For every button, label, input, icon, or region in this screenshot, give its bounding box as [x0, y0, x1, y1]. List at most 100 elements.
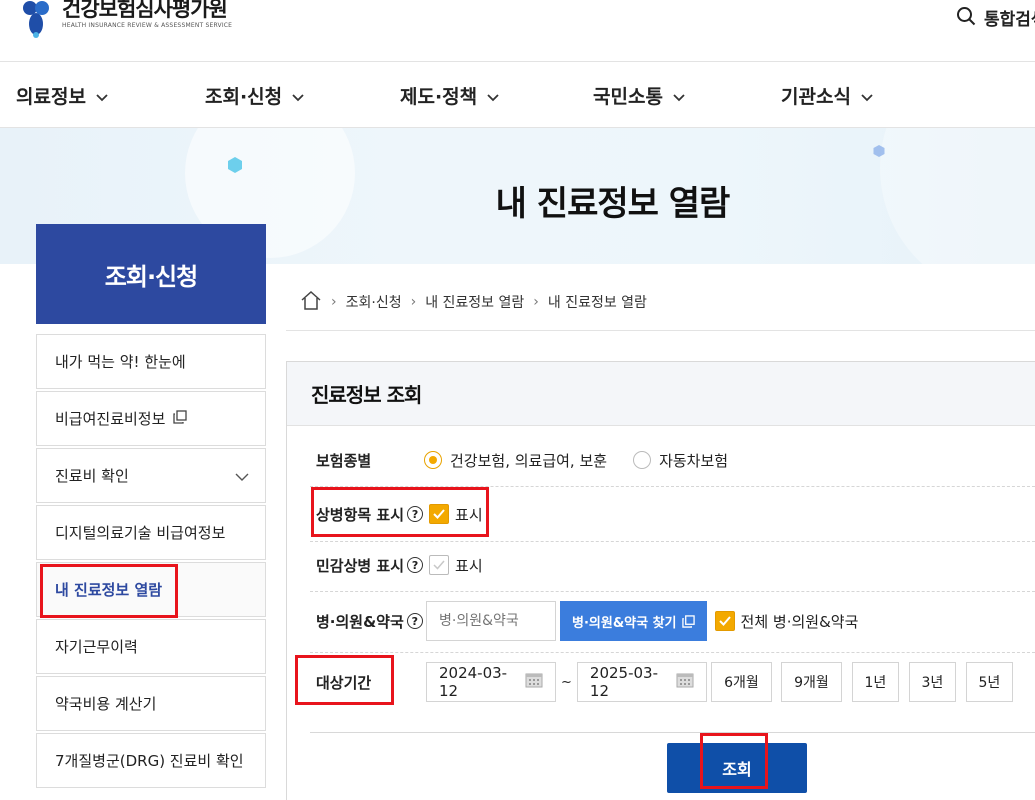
end-date-field[interactable]: 2025-03-12: [576, 662, 707, 702]
main-navigation: 의료정보 조회·신청 제도·정책 국민소통 기관소식: [0, 62, 1035, 128]
nav-system-policy[interactable]: 제도·정책: [400, 82, 499, 109]
nav-medical-info[interactable]: 의료정보: [16, 82, 108, 109]
hospital-label: 병·의원&약국 ?: [310, 611, 426, 632]
row-divider: [310, 591, 1035, 592]
insurance-option-health[interactable]: 건강보험, 의료급여, 보훈: [450, 450, 607, 471]
start-date-field[interactable]: 2024-03-12: [426, 662, 556, 702]
integrated-search[interactable]: 통합검색: [956, 5, 1035, 30]
new-window-icon: [173, 409, 188, 428]
find-hospital-button-label: 병·의원&약국 찾기: [572, 615, 677, 631]
divider: [286, 330, 1035, 331]
help-icon[interactable]: ?: [407, 557, 424, 573]
sidebar-menu: 내가 먹는 약! 한눈에 비급여진료비정보 진료비 확인 디지털의료기술 비급여…: [36, 334, 266, 790]
inquiry-panel: 진료정보 조회: [286, 361, 1035, 800]
search-icon[interactable]: [956, 6, 976, 30]
insurance-option-auto[interactable]: 자동차보험: [659, 450, 728, 471]
search-button[interactable]: 조회: [667, 743, 807, 793]
sidebar-item-my-medicine[interactable]: 내가 먹는 약! 한눈에: [36, 334, 266, 389]
home-icon[interactable]: [300, 290, 322, 314]
logo-korean-text: 건강보험심사평가원: [62, 0, 228, 21]
row-divider: [310, 541, 1035, 542]
period-1-year-button[interactable]: 1년: [851, 662, 899, 702]
sidebar-item-work-history[interactable]: 자기근무이력: [36, 619, 266, 674]
hospital-label-text: 병·의원&약국: [316, 612, 404, 631]
calendar-icon[interactable]: [676, 672, 694, 692]
help-icon[interactable]: ?: [407, 506, 424, 522]
disease-display-label: 상병항목 표시 ?: [310, 504, 424, 525]
hospital-row: 병·의원&약국 ? 병·의원&약국 찾기 전체 병·의원&약국: [310, 601, 1035, 641]
nav-inquiry-apply[interactable]: 조회·신청: [205, 82, 304, 109]
insurance-radio-health[interactable]: [424, 451, 442, 469]
chevron-down-icon: [487, 85, 499, 107]
disease-display-checkbox-label[interactable]: 표시: [455, 504, 483, 525]
page-title: 내 진료정보 열람: [495, 184, 731, 224]
sidebar-heading: 조회·신청: [36, 224, 266, 324]
hexagon-icon: [226, 156, 244, 178]
find-hospital-button[interactable]: 병·의원&약국 찾기: [560, 601, 707, 641]
insurance-radio-auto[interactable]: [633, 451, 652, 469]
insurance-type-row: 보험종별 건강보험, 의료급여, 보훈 자동차보험: [310, 447, 1035, 473]
sidebar-item-label: 비급여진료비정보: [55, 410, 166, 428]
row-divider: [310, 652, 1035, 653]
breadcrumb-item-current: 내 진료정보 열람: [547, 295, 647, 311]
check-icon: [433, 509, 445, 519]
divider: [310, 732, 1035, 733]
sidebar-item-cost-check[interactable]: 진료비 확인: [36, 448, 266, 503]
period-row: 대상기간 2024-03-12 ~ 2025-03-12 6개월 9개월 1년 …: [310, 662, 1035, 702]
chevron-down-icon: [96, 85, 108, 107]
help-icon[interactable]: ?: [406, 613, 423, 629]
period-5-years-button[interactable]: 5년: [965, 662, 1013, 702]
site-header: 건강보험심사평가원 HEALTH INSURANCE REVIEW & ASSE…: [0, 0, 1035, 62]
disease-display-label-text: 상병항목 표시: [316, 505, 405, 524]
insurance-type-label: 보험종별: [316, 451, 372, 470]
period-9-months-button[interactable]: 9개월: [780, 662, 842, 702]
nav-label: 의료정보: [16, 86, 86, 108]
sidebar-item-pharmacy-calculator[interactable]: 약국비용 계산기: [36, 676, 266, 731]
date-range-separator: ~: [561, 674, 572, 690]
calendar-icon[interactable]: [525, 672, 543, 692]
nav-label: 제도·정책: [400, 86, 478, 108]
search-label[interactable]: 통합검색: [984, 5, 1035, 30]
all-hospital-label[interactable]: 전체 병·의원&약국: [741, 611, 859, 632]
nav-label: 기관소식: [781, 86, 851, 108]
nav-label: 조회·신청: [205, 86, 283, 108]
sidebar-item-my-medical-info[interactable]: 내 진료정보 열람: [36, 562, 266, 617]
breadcrumb-separator-icon: ›: [533, 294, 539, 310]
sensitive-display-label-text: 민감상병 표시: [316, 556, 405, 575]
breadcrumb-separator-icon: ›: [331, 294, 337, 310]
sensitive-display-row: 민감상병 표시 ? 표시: [310, 552, 1035, 578]
sidebar-item-label: 7개질병군(DRG) 진료비 확인: [55, 752, 244, 770]
hospital-input[interactable]: [426, 601, 556, 641]
breadcrumb-item[interactable]: 조회·신청: [346, 292, 402, 312]
start-date-value: 2024-03-12: [439, 664, 508, 700]
nav-agency-news[interactable]: 기관소식: [781, 82, 873, 109]
sidebar-item-drg-cost[interactable]: 7개질병군(DRG) 진료비 확인: [36, 733, 266, 788]
breadcrumb-separator-icon: ›: [410, 294, 417, 310]
logo-english-text: HEALTH INSURANCE REVIEW & ASSESSMENT SER…: [62, 22, 233, 29]
nav-public-communication[interactable]: 국민소통: [593, 82, 685, 109]
panel-title: 진료정보 조회: [287, 362, 1035, 426]
new-window-icon: [681, 614, 695, 628]
period-6-months-button[interactable]: 6개월: [710, 662, 772, 702]
end-date-value: 2025-03-12: [589, 664, 658, 700]
sidebar-item-label: 자기근무이력: [55, 638, 138, 656]
site-logo[interactable]: 건강보험심사평가원 HEALTH INSURANCE REVIEW & ASSE…: [18, 0, 232, 38]
sensitive-display-checkbox-label[interactable]: 표시: [455, 555, 483, 576]
period-label: 대상기간: [316, 673, 372, 692]
period-3-years-button[interactable]: 3년: [908, 662, 956, 702]
sidebar-item-digital-tech[interactable]: 디지털의료기술 비급여정보: [36, 505, 266, 560]
sensitive-display-checkbox[interactable]: [429, 555, 450, 575]
breadcrumb-item[interactable]: 내 진료정보 열람: [425, 292, 524, 312]
sidebar-item-label: 디지털의료기술 비급여정보: [55, 524, 226, 542]
all-hospital-checkbox[interactable]: [714, 611, 735, 631]
sidebar-item-label: 내가 먹는 약! 한눈에: [55, 353, 186, 371]
sidebar-item-noncovered-cost[interactable]: 비급여진료비정보: [36, 391, 266, 446]
logo-mark-icon: [18, 0, 54, 38]
sidebar-item-label: 진료비 확인: [55, 467, 129, 485]
nav-label: 국민소통: [593, 86, 663, 108]
chevron-down-icon: [235, 468, 249, 486]
disease-display-checkbox[interactable]: [429, 504, 450, 524]
row-divider: [310, 486, 1035, 487]
sidebar-item-label: 약국비용 계산기: [55, 695, 157, 713]
hexagon-icon: [872, 143, 886, 162]
